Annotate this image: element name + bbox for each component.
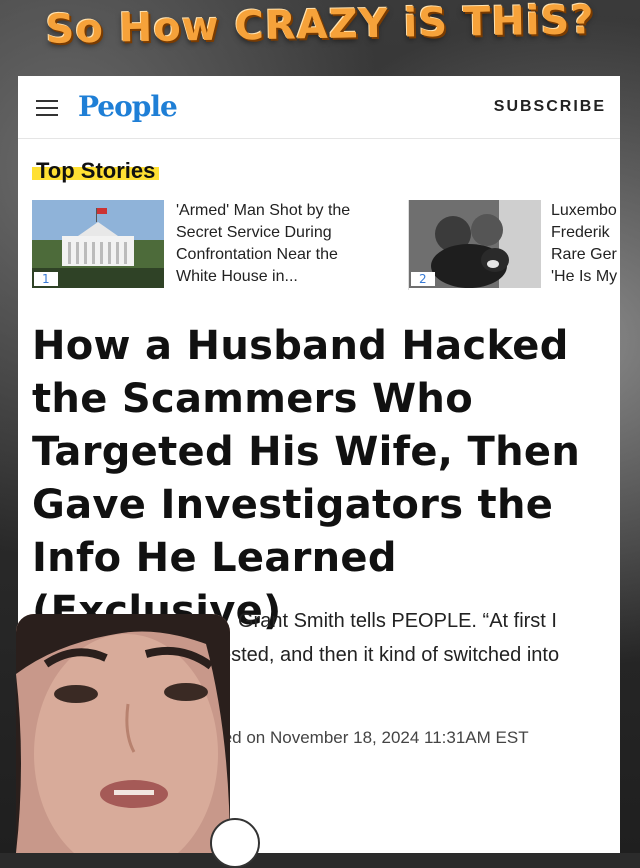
share-icon[interactable]: [210, 818, 260, 868]
site-header: People SUBSCRIBE: [18, 76, 620, 139]
article-headline: How a Husband Hacked the Scammers Who Ta…: [32, 323, 581, 634]
menu-icon[interactable]: [36, 100, 58, 116]
top-story-item[interactable]: 2 Luxembo Frederik Rare Ger 'He Is My: [408, 200, 620, 290]
top-story-item[interactable]: 1 'Armed' Man Shot by the Secret Service…: [32, 200, 392, 290]
subscribe-link[interactable]: SUBSCRIBE: [494, 98, 606, 116]
white-house-thumbnail[interactable]: 1: [32, 200, 164, 288]
top-story-title[interactable]: 'Armed' Man Shot by the Secret Service D…: [176, 200, 376, 288]
creator-video-overlay: [16, 614, 230, 853]
top-story-title[interactable]: Luxembo Frederik Rare Ger 'He Is My: [551, 200, 620, 288]
story-number: 2: [411, 272, 435, 286]
top-stories-heading: Top Stories: [32, 158, 160, 184]
story-number: 1: [34, 272, 58, 286]
couple-with-dog-thumbnail[interactable]: 2: [409, 200, 541, 288]
people-logo[interactable]: People: [78, 90, 178, 123]
published-date: ted on November 18, 2024 11:31AM EST: [218, 728, 529, 747]
